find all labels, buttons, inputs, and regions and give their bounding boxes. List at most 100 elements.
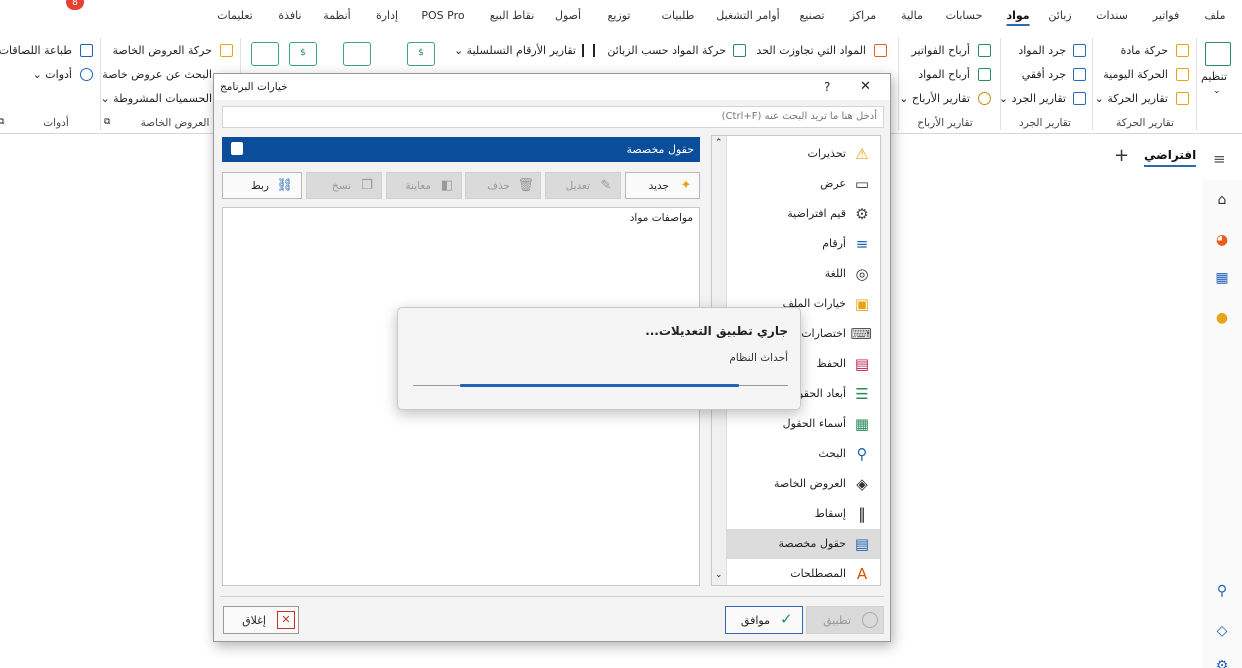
menu-item[interactable]: إدارة — [376, 9, 398, 22]
pie-chart-icon[interactable]: ◕ — [1214, 232, 1230, 248]
category-label: المصطلحات — [790, 567, 846, 580]
progress-title: جاري تطبيق التعديلات... — [645, 324, 788, 338]
close-icon[interactable]: ✕ — [860, 79, 871, 94]
search-icon[interactable]: ⚲ — [1214, 583, 1230, 599]
hamburger-icon[interactable]: ≡ — [1213, 150, 1226, 168]
ribbon-dropdown[interactable]: أدوات ⌄ — [33, 68, 72, 81]
menu-item[interactable]: زبائن — [1048, 9, 1071, 22]
ribbon-item[interactable]: أرباح المواد — [918, 68, 970, 81]
scroll-down-icon[interactable]: ⌄ — [715, 570, 723, 580]
limit-exceeded-icon — [874, 44, 887, 57]
tag-icon[interactable]: ◇ — [1214, 623, 1230, 639]
money-chart-icon: $ — [289, 42, 317, 66]
menu-item[interactable]: أوامر التشغيل — [716, 9, 779, 22]
category-icon: ⚠ — [855, 145, 869, 163]
ribbon-item[interactable]: البحث عن عروض خاصة — [102, 68, 212, 81]
ribbon-dropdown[interactable]: الحسميات المشروطة ⌄ — [100, 92, 212, 105]
menu-item[interactable]: ملف — [1205, 9, 1226, 22]
delete-button[interactable]: 🗑 حذف — [465, 172, 541, 199]
category-label: تحذيرات — [807, 147, 846, 160]
organize-button[interactable]: تنظيم ⌄ — [1200, 40, 1238, 106]
progress-subtitle: أحداث النظام — [729, 352, 788, 364]
menu-item[interactable]: أصول — [555, 9, 581, 22]
expand-group-icon[interactable]: ⧉ — [104, 117, 110, 127]
lightbulb-icon[interactable]: ● — [1214, 310, 1230, 326]
menu-item[interactable]: طلبيات — [662, 9, 695, 22]
list-item[interactable]: مواصفات مواد — [630, 212, 693, 224]
menu-item[interactable]: مالية — [901, 9, 923, 22]
category-item[interactable]: ▭ عرض — [726, 169, 880, 199]
ribbon-item[interactable]: جرد المواد — [1018, 44, 1066, 57]
ribbon-group-title: العروض الخاصة — [140, 117, 210, 129]
ok-button[interactable]: ✓ موافق — [725, 606, 803, 634]
category-label: أسماء الحقول — [782, 417, 846, 430]
ribbon-item[interactable]: الحركة اليومية — [1103, 68, 1168, 81]
category-item[interactable]: ▦ أسماء الحقول — [726, 409, 880, 439]
expand-group-icon[interactable]: ⧉ — [0, 117, 4, 127]
category-item[interactable]: ⚠ تحذيرات — [726, 139, 880, 169]
calendar-icon[interactable]: ▦ — [1214, 270, 1230, 286]
category-item[interactable]: A المصطلحات — [726, 559, 880, 585]
ribbon-item[interactable]: المواد التي تجاوزت الحد — [756, 44, 866, 57]
menu-item[interactable]: مواد — [1006, 9, 1030, 26]
close-dialog-button[interactable]: ✕ إغلاق — [223, 606, 299, 634]
ribbon-item[interactable]: حركة مادة — [1121, 44, 1168, 57]
preview-button[interactable]: ◧ معاينة — [386, 172, 462, 199]
ribbon-item[interactable]: حركة العروض الخاصة — [113, 44, 213, 57]
apply-button[interactable]: تطبيق — [806, 606, 884, 634]
menu-item[interactable]: تعليمات — [217, 9, 252, 22]
settings-icon[interactable]: ⚙ — [1214, 658, 1230, 668]
category-item[interactable]: ▤ حقول مخصصة — [726, 529, 880, 559]
new-button[interactable]: ✦ جديد — [625, 172, 700, 199]
help-button[interactable]: ? — [824, 80, 830, 94]
menu-item[interactable]: نقاط البيع — [490, 9, 535, 22]
ribbon-group-title: تقارير الأرباح — [917, 117, 973, 129]
ribbon-item[interactable]: حركة المواد حسب الزبائن — [607, 44, 726, 57]
ribbon-dropdown[interactable]: تقارير الجرد ⌄ — [999, 92, 1066, 105]
add-tab-button[interactable]: + — [1114, 145, 1129, 166]
ribbon-item[interactable]: طباعة اللصاقات — [0, 44, 72, 57]
dialog-titlebar[interactable]: خيارات البرنامج ? ✕ — [214, 74, 890, 100]
category-item[interactable]: ⚲ البحث — [726, 439, 880, 469]
home-icon[interactable]: ⌂ — [1214, 192, 1230, 208]
menu-item[interactable]: سندات — [1096, 9, 1128, 22]
horizontal-inventory-icon — [1073, 68, 1086, 81]
menu-item[interactable]: POS Pro — [421, 9, 464, 22]
category-item[interactable]: ◈ العروض الخاصة — [726, 469, 880, 499]
notification-badge[interactable]: 8 — [66, 0, 84, 10]
menu-item[interactable]: حسابات — [946, 9, 983, 22]
copy-button[interactable]: ❐ نسخ — [306, 172, 382, 199]
category-item[interactable]: ◎ اللغة — [726, 259, 880, 289]
menu-item[interactable]: أنظمة — [323, 9, 350, 22]
ribbon-item[interactable]: أرباح الفواتير — [911, 44, 970, 57]
menu-bar: 8 ملف فواتير سندات زبائن مواد حسابات مالية مراك… — [0, 0, 1242, 34]
ribbon-group-title: أدوات — [43, 117, 69, 129]
ribbon-dropdown[interactable]: تقارير الحركة ⌄ — [1095, 92, 1168, 105]
category-item[interactable]: ⚙ قيم افتراضية — [726, 199, 880, 229]
edit-button[interactable]: ✎ تعديل — [545, 172, 621, 199]
progress-bar — [460, 384, 739, 387]
delete-label: حذف — [487, 180, 510, 192]
ribbon-separator — [1000, 38, 1001, 130]
category-item[interactable]: ≡ أرقام — [726, 229, 880, 259]
ribbon-item[interactable]: جرد أفقي — [1022, 68, 1066, 81]
money-bag-icon: $ — [407, 42, 435, 66]
menu-item[interactable]: نافذة — [278, 9, 301, 22]
inventory-icon — [1073, 44, 1086, 57]
tab-default[interactable]: افتراضي — [1144, 148, 1197, 167]
menu-item[interactable]: مراكز — [850, 9, 876, 22]
options-search-input[interactable]: أدخل هنا ما تريد البحث عنه (Ctrl+F) — [222, 106, 884, 128]
menu-item[interactable]: تصنيع — [799, 9, 824, 22]
edit-label: تعديل — [565, 180, 590, 192]
menu-item[interactable]: فواتير — [1153, 9, 1179, 22]
bag-chart-icon — [251, 42, 279, 66]
scroll-up-icon[interactable]: ⌃ — [715, 138, 723, 148]
menu-item[interactable]: توزيع — [608, 9, 631, 22]
category-icon: ▣ — [854, 295, 870, 313]
ribbon-dropdown[interactable]: تقارير الأرقام التسلسلية ⌄ — [454, 44, 576, 57]
ribbon-dropdown[interactable]: تقارير الأرباح ⌄ — [899, 92, 970, 105]
link-icon: ⛓ — [276, 178, 293, 193]
category-icon: ◈ — [856, 475, 868, 493]
link-button[interactable]: ⛓ ربط — [222, 172, 302, 199]
category-item[interactable]: ‖ إسقاط — [726, 499, 880, 529]
